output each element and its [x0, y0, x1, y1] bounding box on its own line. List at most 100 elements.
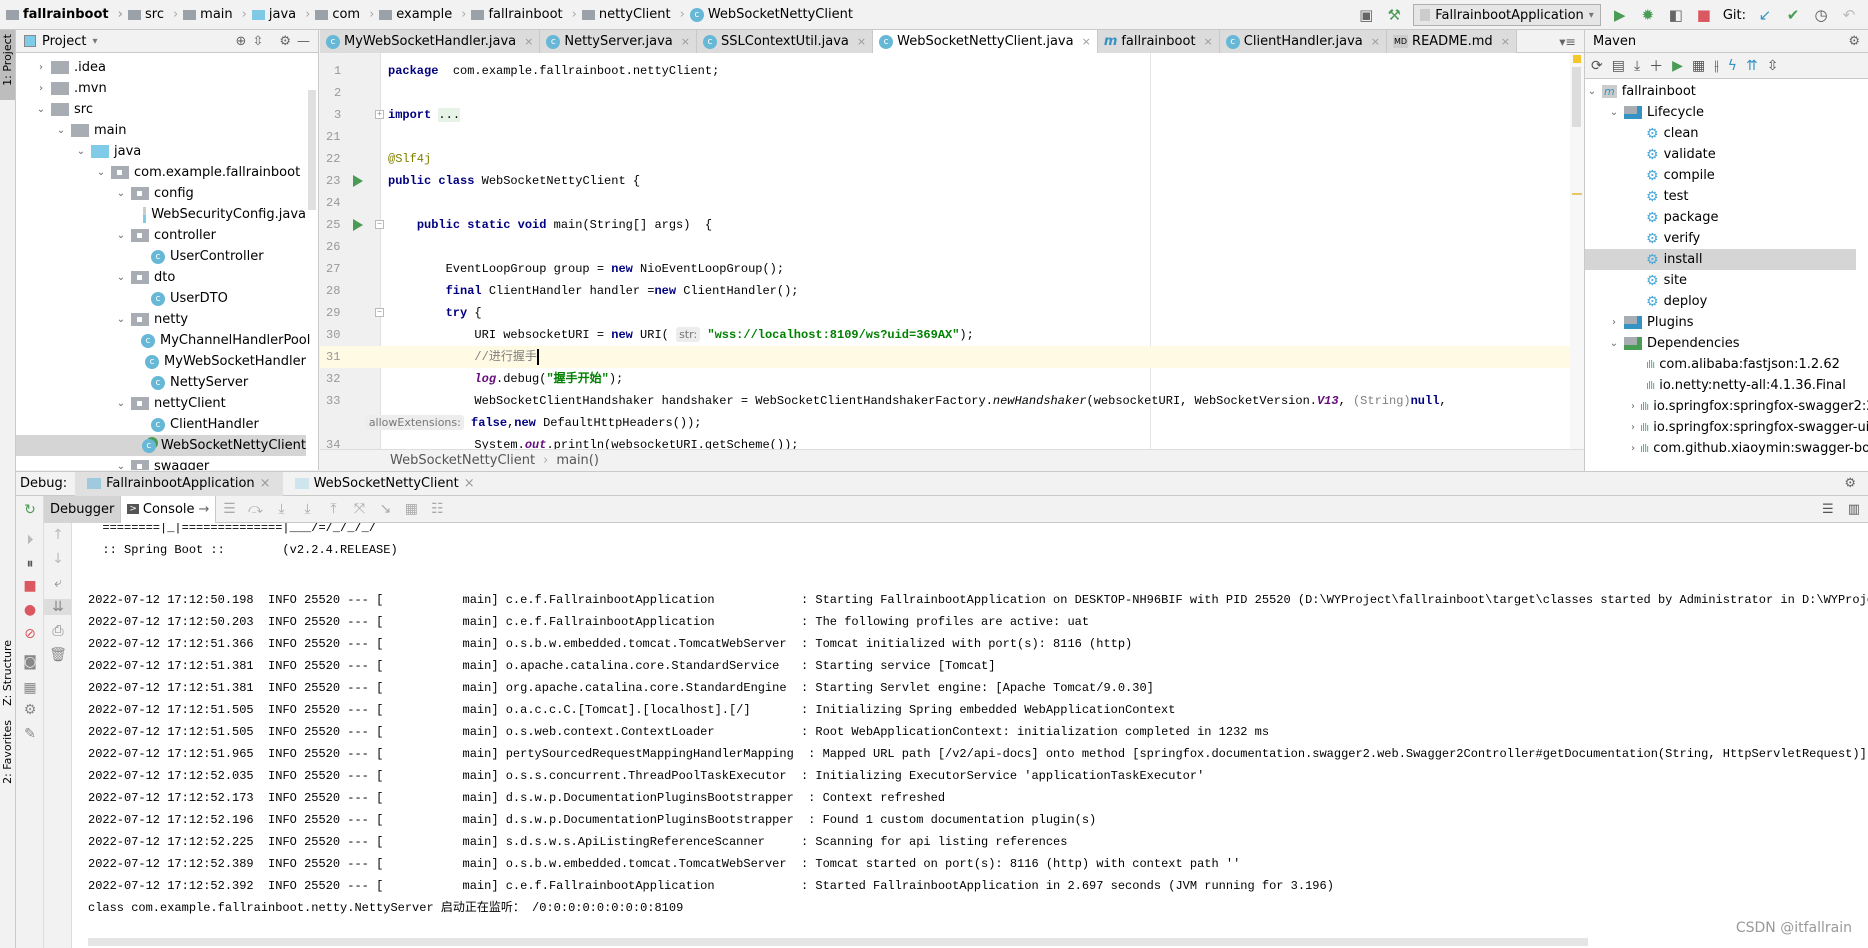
pin-icon[interactable]: ✎ [16, 726, 44, 742]
scrollbar[interactable] [308, 90, 316, 210]
code-editor[interactable]: 1 package com.example.fallrainboot.nettyC… [320, 53, 1584, 449]
tree-item[interactable]: › ıllı io.springfox:springfox-swagger2:2.9 [1585, 396, 1868, 417]
git-update-icon[interactable]: ↙ [1756, 6, 1774, 24]
chevron-down-icon[interactable]: ⌄ [1587, 86, 1597, 97]
rollback-icon[interactable]: ↶ [1840, 6, 1858, 24]
tab-debugger[interactable]: Debugger [44, 495, 121, 523]
drop-frame-icon[interactable]: ⤧ [346, 501, 372, 517]
gear-icon[interactable]: ⚙ [1844, 476, 1856, 491]
offline-icon[interactable]: ϟ [1728, 58, 1737, 74]
breadcrumb-item[interactable]: src › [127, 7, 183, 22]
breadcrumb-method[interactable]: main() [556, 453, 599, 468]
down-icon[interactable]: ↓ [44, 551, 72, 567]
chevron-down-icon[interactable]: ⌄ [116, 314, 126, 325]
run-icon[interactable]: ▶ [1611, 6, 1629, 24]
tree-item[interactable]: ⌄ Dependencies [1585, 333, 1856, 354]
tree-item[interactable]: ⚙ compile [1585, 165, 1856, 186]
tree-item[interactable]: › .mvn [16, 78, 306, 99]
project-tool-button[interactable]: 1: Project [0, 30, 15, 100]
chevron-down-icon[interactable]: ⌄ [1609, 107, 1619, 118]
chevron-down-icon[interactable]: ⌄ [116, 230, 126, 241]
editor-scrollbar[interactable] [1570, 53, 1584, 449]
chevron-down-icon[interactable]: ⌄ [116, 398, 126, 409]
breadcrumb-item[interactable]: fallrainboot › [471, 7, 581, 22]
skip-tests-icon[interactable]: ⫲ [1714, 58, 1719, 74]
breadcrumb-item[interactable]: c WebSocketNettyClient [689, 7, 853, 22]
tree-item[interactable]: ⌄ java [16, 141, 306, 162]
view-breakpoints-icon[interactable]: ● [16, 602, 44, 618]
tree-item[interactable]: c WebSocketNettyClient [16, 435, 306, 456]
tree-item[interactable]: ⌄ config [16, 183, 306, 204]
tree-item[interactable]: ⌄ controller [16, 225, 306, 246]
camera-icon[interactable]: ◙ [16, 654, 44, 670]
tab-readme-md[interactable]: MD README.md × [1386, 30, 1517, 53]
tree-item[interactable]: ⌄ src [16, 99, 306, 120]
chevron-down-icon[interactable]: ⌄ [56, 125, 66, 136]
tree-item[interactable]: ⚙ verify [1585, 228, 1856, 249]
tab-fallrainboot[interactable]: m fallrainboot × [1097, 30, 1220, 53]
close-icon[interactable]: × [260, 476, 271, 491]
breadcrumb-class[interactable]: WebSocketNettyClient [390, 453, 535, 468]
scroll-to-end-icon[interactable]: ⇊ [44, 599, 72, 615]
tab-clienthandler-java[interactable]: c ClientHandler.java × [1219, 30, 1387, 53]
tab-list-icon[interactable]: ▾≡ [1551, 30, 1584, 52]
fold-icon[interactable]: + [375, 110, 384, 119]
tree-item[interactable]: ⚙ install [1585, 249, 1856, 270]
debug-session-tab-websocketnettyclient[interactable]: WebSocketNettyClient × [283, 472, 487, 496]
gear-icon[interactable]: ⚙ [1848, 34, 1860, 49]
collapse-icon[interactable]: ⇳ [252, 34, 263, 49]
breadcrumb-item[interactable]: nettyClient › [581, 7, 690, 22]
tree-item[interactable]: ⚙ validate [1585, 144, 1856, 165]
coverage-icon[interactable]: ◧ [1667, 6, 1685, 24]
chevron-right-icon[interactable]: › [36, 62, 46, 73]
mute-breakpoints-icon[interactable]: ⊘ [16, 626, 44, 642]
tree-item[interactable]: c ClientHandler [16, 414, 306, 435]
tree-item[interactable]: c UserDTO [16, 288, 306, 309]
close-icon[interactable]: × [1204, 35, 1213, 48]
tree-item[interactable]: ⚙ package [1585, 207, 1856, 228]
tree-item[interactable]: ⌄ nettyClient [16, 393, 306, 414]
trace-icon[interactable]: ☷ [424, 501, 450, 517]
chevron-down-icon[interactable]: ⌄ [116, 461, 126, 470]
generate-sources-icon[interactable]: ▤ [1612, 58, 1625, 74]
add-icon[interactable]: ＋ [1649, 56, 1663, 76]
chevron-right-icon[interactable]: › [36, 83, 46, 94]
tree-item[interactable]: c MyWebSocketHandler [16, 351, 306, 372]
tree-item[interactable]: ⌄ Lifecycle [1585, 102, 1856, 123]
print-icon[interactable]: ⎙ [44, 623, 72, 639]
close-icon[interactable]: × [1371, 35, 1380, 48]
pin-tab-icon[interactable]: → [199, 502, 210, 517]
chevron-down-icon[interactable]: ▾ [92, 36, 97, 47]
soft-wrap-icon[interactable]: ⤶ [44, 575, 72, 591]
layout-icon[interactable]: ▣ [1357, 6, 1375, 24]
resume-icon[interactable]: ⏵ [16, 532, 44, 548]
hide-icon[interactable]: — [297, 34, 310, 49]
tree-item[interactable]: › ıllı com.github.xiaoymin:swagger-boot [1585, 438, 1868, 459]
tree-item[interactable]: ⚙ site [1585, 270, 1856, 291]
breadcrumb-item[interactable]: main › [183, 7, 252, 22]
stop-icon[interactable]: ■ [16, 578, 44, 594]
debug-session-tab-fallrainboot[interactable]: FallrainbootApplication × [75, 471, 283, 496]
tree-item[interactable]: › Plugins [1585, 312, 1856, 333]
tree-item[interactable]: ıllı com.alibaba:fastjson:1.2.62 [1585, 354, 1856, 375]
tree-item[interactable]: c UserController [16, 246, 306, 267]
gear-icon[interactable]: ⚙ [279, 34, 291, 49]
download-icon[interactable]: ⤓ [1634, 58, 1640, 74]
tree-item[interactable]: ⌄ main [16, 120, 306, 141]
tree-item[interactable]: ⌄ dto [16, 267, 306, 288]
tree-item[interactable]: ⚙ deploy [1585, 291, 1856, 312]
collapse-all-icon[interactable]: ⇳ [1767, 58, 1779, 74]
close-icon[interactable]: × [464, 476, 475, 491]
tab-mywebsockethandler-java[interactable]: c MyWebSocketHandler.java × [320, 30, 541, 53]
close-icon[interactable]: × [1501, 35, 1510, 48]
close-icon[interactable]: × [1082, 35, 1091, 48]
history-icon[interactable]: ◷ [1812, 6, 1830, 24]
tree-item[interactable]: ıllı io.netty:netty-all:4.1.36.Final [1585, 375, 1856, 396]
debug-icon[interactable]: ✹ [1639, 6, 1657, 24]
up-icon[interactable]: ↑ [44, 527, 72, 543]
pause-icon[interactable]: ⏸ [16, 556, 44, 572]
run-gutter-icon[interactable] [353, 175, 363, 187]
fold-icon[interactable]: − [375, 308, 384, 317]
tree-item[interactable]: c NettyServer [16, 372, 306, 393]
chevron-down-icon[interactable]: ⌄ [96, 167, 106, 178]
